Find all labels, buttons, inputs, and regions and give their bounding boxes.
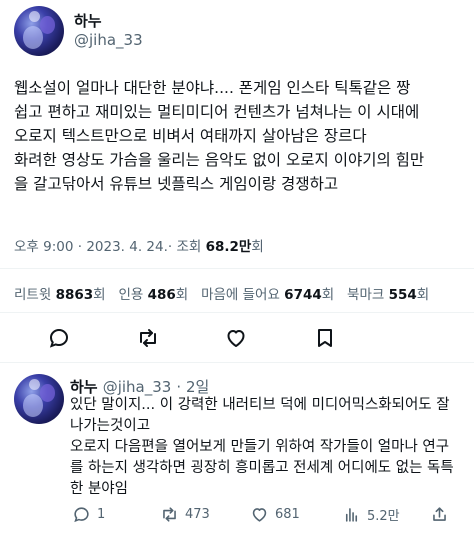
tweet-line: 웹소설이 얼마나 대단한 분야냐.... 폰게임 인스타 틱톡같은 짱 — [14, 79, 411, 97]
reply-views-action[interactable]: 5.2만 — [342, 505, 400, 524]
divider — [0, 362, 474, 363]
stat-unit: 회 — [416, 287, 430, 303]
bookmarks-count: 554 — [388, 287, 417, 303]
reply-line: 나가는것이고 — [70, 418, 151, 434]
quotes-count: 486 — [147, 287, 176, 303]
retweets-stat[interactable]: 리트윗 8863회 — [14, 287, 106, 303]
likes-label: 마음에 들어요 — [201, 287, 280, 303]
like-icon[interactable] — [224, 326, 248, 350]
likes-count: 6744 — [284, 287, 322, 303]
tweet-line: 화려한 영상도 가슴을 울리는 음악도 없이 오로지 이야기의 힘만 — [14, 151, 425, 169]
reply-line: 오로지 다음편을 열어보게 만들기 위하여 작가들이 얼마나 연구 — [70, 439, 450, 455]
author-name[interactable]: 하누 — [74, 10, 102, 31]
tweet-meta: 오후 9:00 · 2023. 4. 24.· 조회 68.2만회 — [14, 235, 264, 255]
reply-retweet-action[interactable]: 473 — [160, 505, 210, 524]
author-handle[interactable]: @jiha_33 — [74, 31, 143, 49]
quotes-label: 인용 — [118, 287, 144, 303]
reply-header: 하누 @jiha_33 · 2일 — [70, 376, 209, 397]
views-label: · 조회 — [167, 239, 206, 255]
views-count: 68.2만 — [205, 239, 252, 255]
tweet-line: 오로지 텍스트만으로 비벼서 여태까지 살아남은 장르다 — [14, 127, 367, 145]
reply-retweets-count: 473 — [185, 507, 210, 522]
author-avatar[interactable] — [14, 6, 64, 56]
divider — [0, 312, 474, 313]
tweet-line: 을 갈고닦아서 유튜브 넷플릭스 게임이랑 경쟁하고 — [14, 175, 339, 193]
likes-stat[interactable]: 마음에 들어요 6744회 — [201, 287, 334, 303]
bookmark-icon[interactable] — [313, 326, 337, 350]
reply-time[interactable]: · 2일 — [176, 378, 209, 396]
reply-replies-count: 1 — [97, 507, 106, 522]
reply-likes-count: 681 — [275, 507, 300, 522]
reply-author-avatar[interactable] — [14, 374, 64, 424]
quotes-stat[interactable]: 인용 486회 — [118, 287, 188, 303]
stat-unit: 회 — [93, 287, 106, 303]
bookmarks-label: 북마크 — [347, 287, 385, 303]
reply-author-handle[interactable]: @jiha_33 — [103, 378, 172, 396]
retweets-count: 8863 — [55, 287, 94, 303]
reply-line: 있단 말이지... 이 강력한 내러티브 덕에 미디어믹스화되어도 잘 — [70, 397, 450, 413]
tweet-line: 쉽고 편하고 재미있는 멀티미디어 컨텐츠가 넘쳐나는 이 시대에 — [14, 103, 420, 121]
retweet-icon — [160, 505, 179, 524]
tweet-timestamp[interactable]: 오후 9:00 · 2023. 4. 24. — [14, 239, 168, 255]
tweet-body: 웹소설이 얼마나 대단한 분야냐.... 폰게임 인스타 틱톡같은 짱 쉽고 편… — [14, 76, 424, 196]
reply-line: 한 분야임 — [70, 481, 128, 497]
reply-like-action[interactable]: 681 — [250, 505, 300, 524]
divider — [0, 268, 474, 269]
reply-author-name[interactable]: 하누 — [70, 378, 98, 396]
views-suffix: 회 — [251, 239, 264, 255]
reply-icon — [72, 505, 91, 524]
retweet-icon[interactable] — [136, 326, 160, 350]
stat-unit: 회 — [321, 287, 335, 303]
reply-body: 있단 말이지... 이 강력한 내러티브 덕에 미디어믹스화되어도 잘 나가는것… — [70, 395, 454, 500]
retweets-label: 리트윗 — [14, 287, 52, 303]
bookmarks-stat[interactable]: 북마크 554회 — [347, 287, 429, 303]
reply-line: 를 하는지 생각하면 굉장히 흥미롭고 전세계 어디에도 없는 독특 — [70, 460, 454, 476]
stat-unit: 회 — [175, 287, 189, 303]
reply-reply-action[interactable]: 1 — [72, 505, 105, 524]
share-icon[interactable] — [430, 505, 449, 524]
reply-views-count: 5.2만 — [367, 509, 400, 524]
stats-row: 리트윗 8863회 인용 486회 마음에 들어요 6744회 북마크 554회 — [14, 283, 429, 303]
reply-icon[interactable] — [47, 326, 71, 350]
views-icon — [342, 505, 361, 524]
like-icon — [250, 505, 269, 524]
